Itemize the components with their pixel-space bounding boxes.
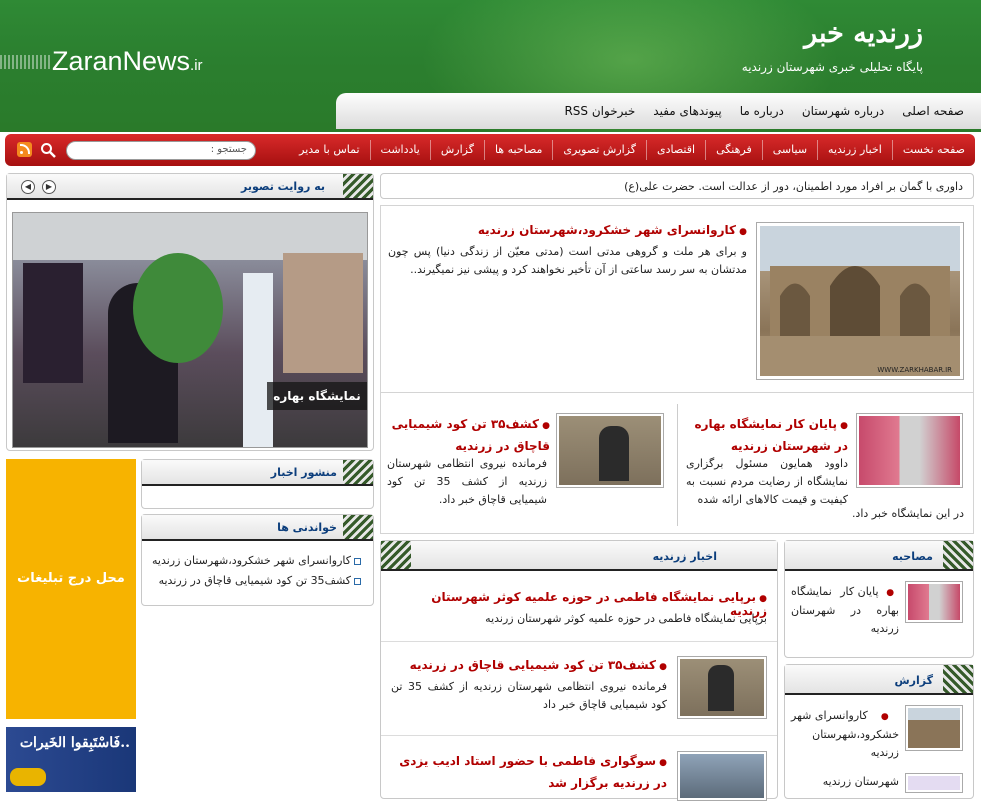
news-b-summary: فرمانده نیروی انتظامی شهرستان زرندیه از … [387, 457, 548, 506]
news-a-summary: داوود همایون مسئول برگزاری نمایشگاه از ر… [686, 457, 848, 506]
news-list-thumbnail[interactable] [677, 751, 767, 801]
topnav-about-county[interactable]: درباره شهرستان [802, 104, 884, 118]
header-stripes [343, 174, 373, 198]
featured-summary: و برای هر ملت و گروهی مدتی است (مدتی معی… [388, 245, 747, 276]
site-logo-english[interactable]: ZaranNews.ir [52, 46, 203, 77]
interview-item[interactable]: پایان کار نمایشگاه بهاره در شهرستان زرند… [791, 583, 899, 638]
interview-title: مصاحبه [892, 550, 933, 563]
menu-interviews[interactable]: مصاحبه ها [483, 140, 552, 160]
top-navigation: صفحه اصلی درباره شهرستان درباره ما پیوند… [336, 93, 981, 129]
news-list-title[interactable]: کشف۳۵ تن کود شیمیایی قاچاق در زرندیه [397, 658, 667, 672]
interview-header: مصاحبه [785, 541, 973, 571]
report-title: گزارش [894, 674, 933, 687]
gallery-title: به روایت تصویر [240, 180, 325, 193]
popular-header: خواندنی ها [142, 515, 373, 541]
ad-banner-text: فَاسْتَبِقوا الخَیرات.. [19, 735, 130, 751]
news-b-thumbnail[interactable] [556, 413, 664, 488]
menu-report[interactable]: گزارش [429, 140, 484, 160]
featured-image-caption: WWW.ZARKHABAR.IR [877, 366, 952, 374]
rss-icon[interactable] [17, 142, 32, 157]
news-list-title-text: سوگواری فاطمی با حضور استاد ادیب یزدی در… [399, 754, 667, 790]
menu-zarandieh-news[interactable]: اخبار زرندیه [817, 140, 892, 160]
interview-item-text: پایان کار نمایشگاه بهاره در شهرستان زرند… [791, 585, 899, 635]
gallery-header: به روایت تصویر ▶ ◀ [7, 174, 373, 200]
search-icon[interactable] [40, 142, 56, 158]
zarandieh-news-title: اخبار زرندیه [652, 550, 717, 563]
report-box: گزارش کاروانسرای شهر خشکرود،شهرستان زرند… [784, 664, 974, 799]
zarandieh-news-header: اخبار زرندیه [381, 541, 777, 571]
topnav-about-us[interactable]: درباره ما [740, 104, 784, 118]
report-header: گزارش [785, 665, 973, 695]
news-list-row: سوگواری فاطمی با حضور استاد ادیب یزدی در… [381, 737, 777, 801]
header-stripes [943, 665, 973, 693]
header-stripes [943, 541, 973, 569]
report-item-2[interactable]: شهرستان زرندیه [791, 775, 899, 788]
popular-title: خواندنی ها [277, 521, 337, 534]
report-item-text: کاروانسرای شهر خشکرود،شهرستان زرندیه [791, 709, 899, 759]
menu-economic[interactable]: اقتصادی [646, 140, 705, 160]
featured-image[interactable]: WWW.ZARKHABAR.IR [756, 222, 964, 380]
ad-placeholder[interactable]: محل درج تبلیغات [6, 459, 136, 719]
menu-photo-report[interactable]: گزارش تصویری [552, 140, 646, 160]
news-list-row: برپایی نمایشگاه فاطمی در حوزه علمیه کوثر… [381, 586, 777, 642]
news-list-title[interactable]: سوگواری فاطمی با حضور استاد ادیب یزدی در… [397, 751, 667, 793]
manshur-title: منشور اخبار [270, 466, 337, 479]
news-b-title-text: کشف۳۵ تن کود شیمیایی قاچاق در زرندیه [391, 417, 550, 453]
topnav-home[interactable]: صفحه اصلی [902, 104, 964, 118]
quote-text: داوری با گمان بر افراد مورد اطمینان، دور… [624, 180, 963, 193]
manshur-header: منشور اخبار [142, 460, 373, 486]
menu-notes[interactable]: یادداشت [369, 140, 430, 160]
news-a-title[interactable]: پایان کار نمایشگاه بهاره در شهرستان زرند… [683, 414, 848, 456]
menu-home[interactable]: صفحه نخست [891, 140, 975, 160]
interview-thumbnail[interactable] [905, 581, 963, 623]
popular-item[interactable]: کاروانسرای شهر خشکرود،شهرستان زرندیه [142, 551, 363, 571]
news-list-summary: فرمانده نیروی انتظامی شهرستان زرندیه از … [391, 680, 667, 711]
gallery-prev-icon[interactable]: ◀ [21, 180, 35, 194]
popular-item[interactable]: کشف35 تن کود شیمیایی قاچاق در زرندیه [142, 571, 363, 591]
report-thumbnail[interactable] [905, 705, 963, 751]
search-input[interactable]: جستجو : [66, 141, 256, 160]
featured-title[interactable]: کاروانسرای شهر خشکرود،شهرستان زرندیه [395, 223, 747, 237]
news-list-title-text: کشف۳۵ تن کود شیمیایی قاچاق در زرندیه [409, 658, 656, 672]
menu-political[interactable]: سیاسی [761, 140, 817, 160]
news-list-summary: برپایی نمایشگاه فاطمی در حوزه علمیه کوثر… [485, 612, 767, 625]
news-divider [677, 404, 678, 526]
news-b-title[interactable]: کشف۳۵ تن کود شیمیایی قاچاق در زرندیه [387, 414, 550, 456]
featured-title-text: کاروانسرای شهر خشکرود،شهرستان زرندیه [477, 223, 736, 237]
brand-en-suffix: .ir [190, 57, 203, 74]
header-stripes [343, 460, 373, 484]
interview-box: مصاحبه پایان کار نمایشگاه بهاره در شهرست… [784, 540, 974, 658]
news-list-thumbnail[interactable] [677, 656, 767, 719]
header-stripes [343, 515, 373, 539]
topnav-links[interactable]: پیوندهای مفید [653, 104, 721, 118]
news-a-thumbnail[interactable] [856, 413, 963, 488]
news-a-summary-end: در این نمایشگاه خبر داد. [851, 507, 964, 520]
quote-bar: داوری با گمان بر افراد مورد اطمینان، دور… [380, 173, 974, 199]
gallery-next-icon[interactable]: ▶ [42, 180, 56, 194]
menu-cultural[interactable]: فرهنگی [705, 140, 762, 160]
report-thumbnail-2[interactable] [905, 773, 963, 793]
site-subtitle: پایگاه تحلیلی خبری شهرستان زرندیه [741, 60, 923, 74]
report-item[interactable]: کاروانسرای شهر خشکرود،شهرستان زرندیه [791, 707, 899, 762]
gallery-image[interactable] [12, 212, 368, 448]
ad-banner[interactable]: فَاسْتَبِقوا الخَیرات.. [6, 727, 136, 792]
gallery-caption: نمایشگاه بهاره [267, 382, 367, 410]
news-a-title-text: پایان کار نمایشگاه بهاره در شهرستان زرند… [694, 417, 848, 453]
ad-logo [10, 768, 46, 786]
topnav-rss[interactable]: خبرخوان RSS [564, 104, 635, 118]
brand-en-name: ZaranNews [52, 46, 191, 76]
menu-contact[interactable]: تماس با مدیر [289, 140, 369, 160]
popular-box: خواندنی ها کاروانسرای شهر خشکرود،شهرستان… [141, 514, 374, 606]
header-dots-decoration [0, 55, 50, 69]
manshur-box: منشور اخبار [141, 459, 374, 509]
site-logo-persian[interactable]: زرندیه خبر [804, 18, 923, 49]
header-stripes [381, 541, 411, 569]
news-list-row: کشف۳۵ تن کود شیمیایی قاچاق در زرندیه فرم… [381, 642, 777, 736]
